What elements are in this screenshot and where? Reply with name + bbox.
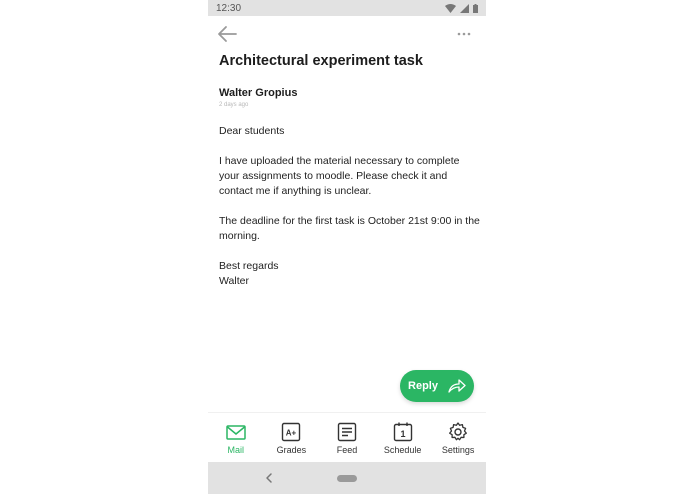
cellular-icon xyxy=(460,3,469,13)
phone-screen: 12:30 Architectural experiment task Walt… xyxy=(208,0,486,494)
mail-icon xyxy=(226,425,246,440)
message-title: Architectural experiment task xyxy=(219,53,423,69)
message-paragraph: Best regards Walter xyxy=(219,260,279,287)
message-date: 2 days ago xyxy=(219,102,249,108)
svg-text:A+: A+ xyxy=(286,429,297,438)
tab-feed-label: Feed xyxy=(336,445,358,455)
battery-icon xyxy=(473,3,478,13)
sender-name[interactable]: Walter Gropius xyxy=(219,87,297,99)
nav-back-icon[interactable] xyxy=(262,471,276,485)
tab-settings-label: Settings xyxy=(441,445,475,455)
tab-mail-label: Mail xyxy=(227,445,245,455)
settings-icon xyxy=(449,422,468,441)
tab-grades-label: Grades xyxy=(276,445,307,455)
status-icons xyxy=(445,3,478,13)
bottom-tab-bar: Mail A+ Grades Feed 1 Schedule Settings xyxy=(208,412,486,462)
reply-arrow-icon xyxy=(448,379,466,393)
status-time: 12:30 xyxy=(216,2,242,14)
message-paragraph: I have uploaded the material necessary t… xyxy=(219,155,460,197)
message-paragraph: Dear students xyxy=(219,125,285,137)
tab-schedule-label: Schedule xyxy=(383,445,422,455)
wifi-icon xyxy=(445,3,456,13)
top-bar xyxy=(208,20,486,48)
more-options-icon[interactable] xyxy=(454,24,474,44)
schedule-icon: 1 xyxy=(393,422,412,442)
feed-icon xyxy=(337,422,357,442)
message-body: Dear students I have uploaded the materi… xyxy=(219,124,481,304)
schedule-badge: 1 xyxy=(400,429,405,439)
status-bar: 12:30 xyxy=(208,0,486,16)
tab-feed[interactable]: Feed xyxy=(321,421,373,455)
back-arrow-icon[interactable] xyxy=(216,24,240,44)
grades-icon: A+ xyxy=(282,422,301,442)
message-paragraph: The deadline for the first task is Octob… xyxy=(219,215,480,242)
reply-button[interactable]: Reply xyxy=(400,370,474,402)
tab-mail[interactable]: Mail xyxy=(210,421,262,455)
nav-home-pill[interactable] xyxy=(337,475,357,482)
tab-grades[interactable]: A+ Grades xyxy=(265,421,317,455)
tab-schedule[interactable]: 1 Schedule xyxy=(377,421,429,455)
reply-button-label: Reply xyxy=(408,380,438,392)
system-navigation-bar xyxy=(208,462,486,494)
tab-settings[interactable]: Settings xyxy=(432,421,484,455)
